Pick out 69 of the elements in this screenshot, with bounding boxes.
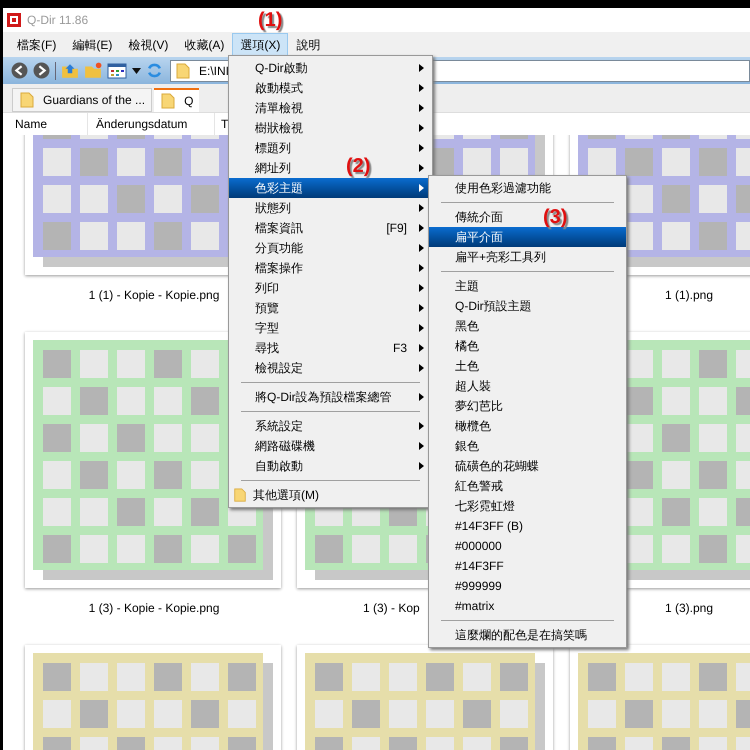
menu-item[interactable]: 傳統介面 (455, 210, 503, 224)
menu-item[interactable]: 清單檢視 (255, 101, 303, 115)
view-grid-icon[interactable] (107, 62, 127, 78)
menu-item[interactable]: Q-Dir啟動 (255, 61, 308, 75)
menu-item[interactable]: 硫磺色的花蝴蝶 (455, 459, 539, 473)
shortcut-label: F3 (392, 340, 407, 357)
file-name[interactable]: 1 (1) - Kopie - Kopie.png (88, 286, 220, 304)
new-folder-icon[interactable] (84, 62, 102, 80)
window-title: Q-Dir 11.86 (27, 12, 88, 29)
menu-item[interactable]: 自動啟動 (255, 459, 303, 473)
menu-item[interactable]: 檢視設定 (255, 361, 303, 375)
menu-item[interactable]: 七彩霓虹燈 (455, 499, 515, 513)
menu-item[interactable]: 檔案資訊 (255, 221, 303, 235)
file-name[interactable]: 1 (3).png (664, 599, 714, 617)
menu-item[interactable]: 扁平+亮彩工具列 (455, 250, 546, 264)
menu-item[interactable]: 分頁功能 (255, 241, 303, 255)
menu-item[interactable]: 其他選項(M) (253, 488, 319, 502)
file-name[interactable]: 1 (3) - Kopie - Kopie.png (88, 599, 220, 617)
menu-bar-item[interactable]: 檔案(F) (9, 33, 64, 56)
menu-item[interactable]: 標題列 (255, 141, 291, 155)
menu-item[interactable]: 檔案操作 (255, 261, 303, 275)
forward-icon[interactable] (33, 62, 50, 79)
menu-item[interactable]: #999999 (455, 579, 502, 593)
menu-item[interactable]: 預覽 (255, 301, 279, 315)
menu-item[interactable]: 紅色警戒 (455, 479, 503, 493)
menu-item[interactable]: Q-Dir預設主題 (455, 299, 532, 313)
menu-bar-item[interactable]: 說明 (288, 33, 328, 56)
tab[interactable]: Q (154, 88, 200, 112)
menu-bar-item[interactable]: 檢視(V) (120, 33, 176, 56)
up-folder-icon[interactable] (61, 62, 79, 80)
menu-item[interactable]: 將Q-Dir設為預設檔案總管 (255, 390, 392, 404)
menu-item[interactable]: 銀色 (455, 439, 479, 453)
back-icon[interactable] (11, 62, 28, 79)
menu-item[interactable]: 網址列 (255, 161, 291, 175)
dropdown-caret-icon[interactable] (132, 68, 141, 74)
menu-item[interactable]: #000000 (455, 539, 502, 553)
annotation-label: (1) (258, 8, 282, 33)
menu-item[interactable]: 超人裝 (455, 379, 491, 393)
menu-item[interactable]: 狀態列 (255, 201, 291, 215)
tab[interactable]: Guardians of the ... (12, 88, 152, 112)
menu-item[interactable]: 橄欖色 (455, 419, 491, 433)
annotation-label: (2) (346, 154, 370, 179)
menu-item[interactable]: #14F3FF (455, 559, 504, 573)
file-name[interactable]: 1 (1).png (664, 286, 714, 304)
menu-item[interactable]: 主題 (455, 279, 479, 293)
menu-item[interactable]: 扁平介面 (429, 227, 626, 247)
menu-item[interactable]: #14F3FF (B) (455, 519, 524, 533)
shortcut-label: [F9] (386, 220, 407, 237)
menu-item[interactable]: 黑色 (455, 319, 479, 333)
menu-bar-item[interactable]: 選項(X) (232, 33, 288, 56)
menu-item[interactable]: #matrix (455, 599, 494, 613)
menu-item[interactable]: 字型 (255, 321, 279, 335)
menu-item[interactable]: 土色 (455, 359, 479, 373)
menu-item[interactable]: 網路磁碟機 (255, 439, 315, 453)
menu-item[interactable]: 使用色彩過濾功能 (455, 181, 551, 195)
menu-item[interactable]: 啟動模式 (255, 81, 303, 95)
menu-bar-item[interactable]: 收藏(A) (176, 33, 232, 56)
menu-item[interactable]: 夢幻芭比 (455, 399, 503, 413)
menu-item[interactable]: 樹狀檢視 (255, 121, 303, 135)
menu-item[interactable]: 列印 (255, 281, 279, 295)
menu-item[interactable]: 尋找 (255, 341, 279, 355)
refresh-icon[interactable] (146, 62, 163, 79)
menu-item[interactable]: 橘色 (455, 339, 479, 353)
menu-item[interactable]: 這麼爛的配色是在搞笑嗎 (455, 628, 587, 642)
annotation-label: (3) (543, 205, 568, 230)
menu-item[interactable]: 系統設定 (255, 419, 303, 433)
file-name[interactable]: 1 (3) - Kop (363, 599, 420, 617)
menu-bar-item[interactable]: 編輯(E) (64, 33, 120, 56)
app-icon (7, 13, 21, 27)
